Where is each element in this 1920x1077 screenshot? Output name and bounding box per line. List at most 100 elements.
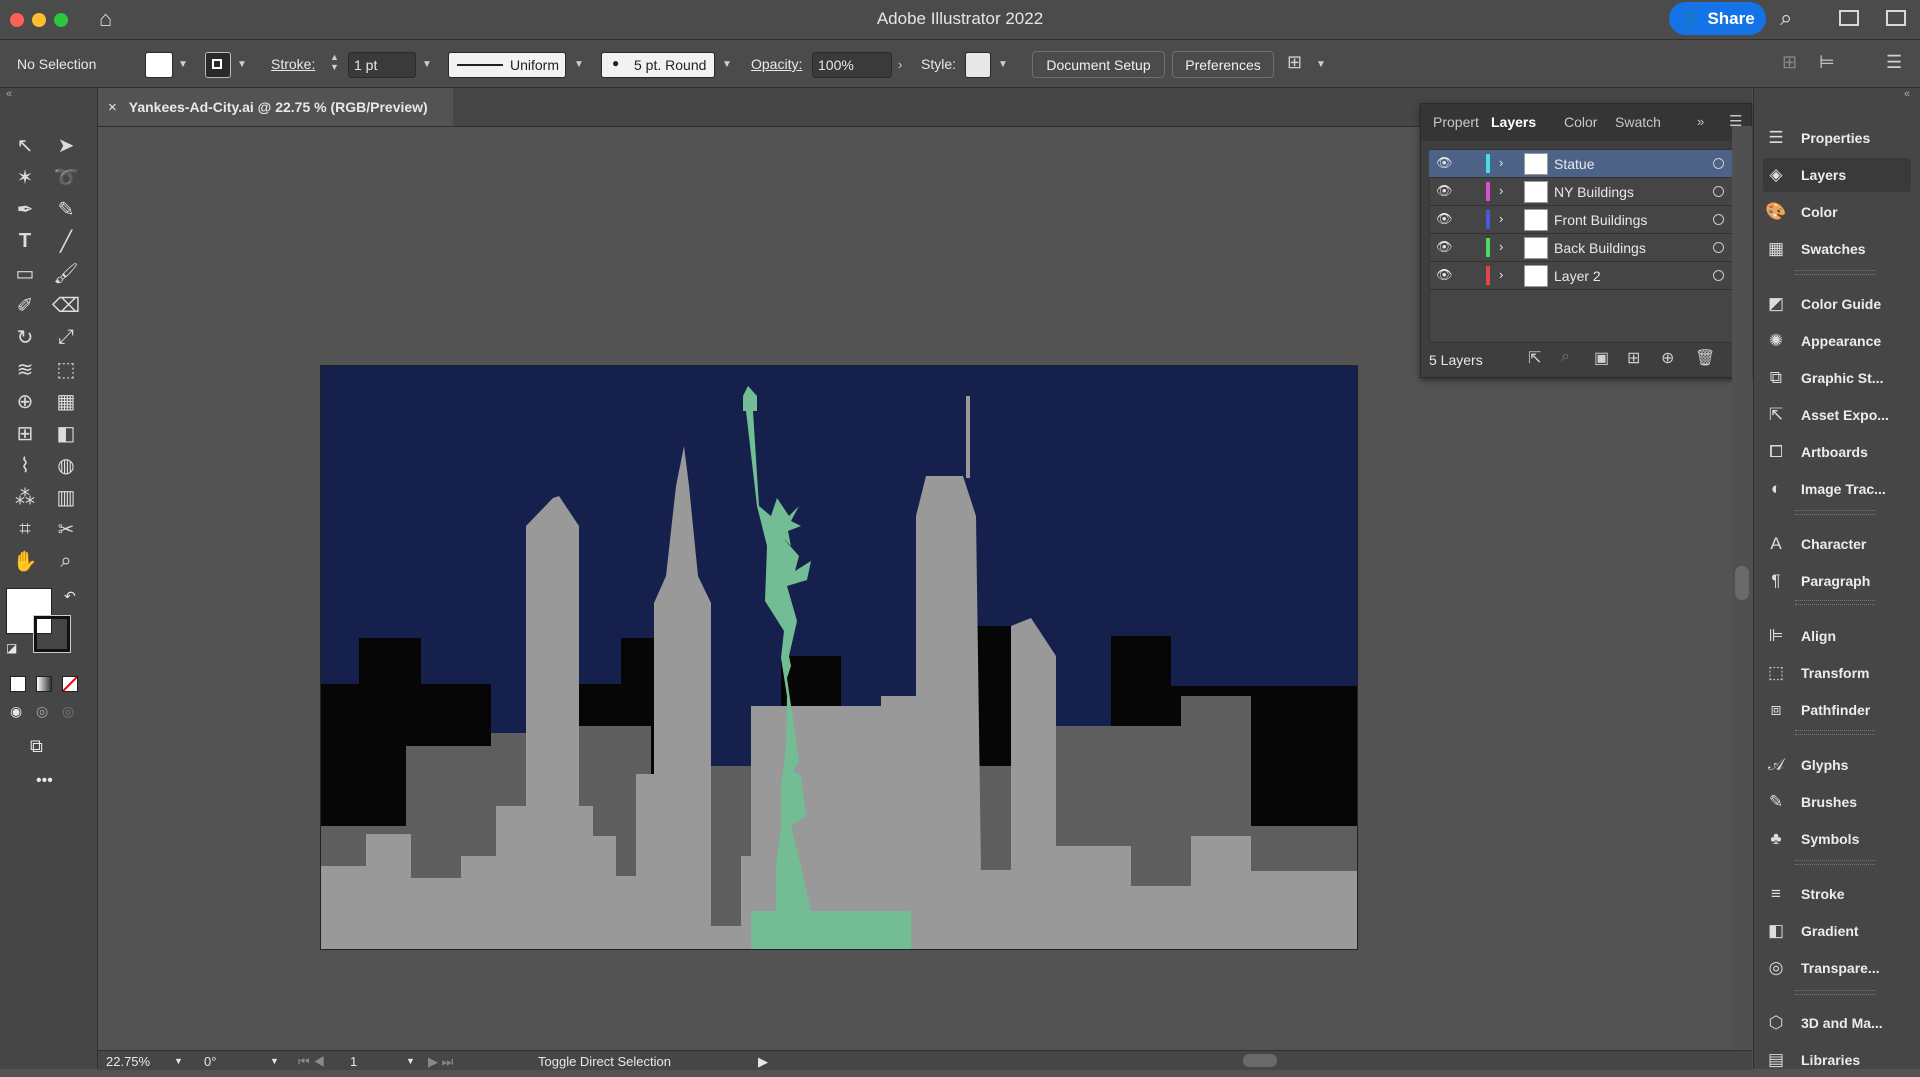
symbol-sprayer-tool-icon[interactable]: ⁂ [10, 482, 40, 512]
shaper-tool-icon[interactable]: ✐ [10, 290, 40, 320]
profile-dropdown-chevron-icon[interactable]: ▼ [574, 59, 584, 70]
layer-row[interactable]: 👁 › Layer 2 [1429, 262, 1742, 290]
scale-tool-icon[interactable]: ⤢ [51, 322, 81, 352]
rotation-dropdown-chevron-icon[interactable]: ▼ [270, 1056, 279, 1066]
opacity-input[interactable]: 100% [812, 52, 892, 78]
brush-dropdown-chevron-icon[interactable]: ▼ [722, 59, 732, 70]
dock-item-graphic-styles[interactable]: ⧉ Graphic St... [1763, 361, 1911, 395]
create-new-layer-icon[interactable]: ⊕ [1661, 348, 1674, 368]
dock-item-3d-materials[interactable]: ⬡ 3D and Ma... [1763, 1006, 1911, 1040]
expand-panel-icon[interactable]: » [1697, 114, 1704, 129]
draw-behind-icon[interactable]: ◎ [36, 703, 48, 720]
tab-layers[interactable]: Layers [1491, 114, 1536, 130]
visibility-eye-icon[interactable]: 👁 [1436, 211, 1453, 227]
align-objects-icon[interactable]: ⊞ [1287, 52, 1302, 73]
tab-properties[interactable]: Propert [1433, 114, 1479, 130]
free-transform-tool-icon[interactable]: ⬚ [51, 354, 81, 384]
visibility-eye-icon[interactable]: 👁 [1436, 267, 1453, 283]
expand-layer-chevron-icon[interactable]: › [1499, 183, 1503, 198]
fill-dropdown-chevron-icon[interactable]: ▼ [178, 59, 188, 70]
dock-item-image-trace[interactable]: ◐ Image Trac... [1763, 472, 1911, 506]
preferences-button[interactable]: Preferences [1172, 51, 1274, 78]
create-sublayer-icon[interactable]: ⊞ [1627, 348, 1640, 368]
mesh-tool-icon[interactable]: ⊞ [10, 418, 40, 448]
rectangle-tool-icon[interactable]: ▭ [10, 258, 40, 288]
collect-for-export-icon[interactable]: ⇱ [1528, 348, 1541, 368]
column-graph-tool-icon[interactable]: ▥ [51, 482, 81, 512]
layer-row[interactable]: 👁 › NY Buildings [1429, 178, 1742, 206]
type-tool-icon[interactable]: T [10, 226, 40, 256]
dock-item-transparency[interactable]: ◎ Transpare... [1763, 951, 1911, 985]
lasso-tool-icon[interactable]: ➰ [51, 162, 81, 192]
document-tab[interactable]: × Yankees-Ad-City.ai @ 22.75 % (RGB/Prev… [98, 88, 453, 126]
align-dropdown-chevron-icon[interactable]: ▼ [1316, 59, 1326, 70]
gradient-tool-icon[interactable]: ◧ [51, 418, 81, 448]
stroke-swatch-dropdown-chevron-icon[interactable]: ▼ [237, 59, 247, 70]
arrange-icon[interactable]: ⊞ [1782, 52, 1797, 73]
hand-tool-icon[interactable]: ✋ [10, 546, 40, 576]
expand-layer-chevron-icon[interactable]: › [1499, 267, 1503, 282]
visibility-eye-icon[interactable]: 👁 [1436, 155, 1453, 171]
graphic-style-swatch[interactable] [965, 52, 991, 78]
collapse-dock-icon[interactable]: « [1904, 88, 1910, 100]
variable-width-profile-select[interactable]: Uniform [448, 52, 566, 78]
distribute-icon[interactable]: ⊨ [1819, 52, 1835, 73]
expand-layer-chevron-icon[interactable]: › [1499, 155, 1503, 170]
layer-target-icon[interactable] [1713, 186, 1724, 197]
curvature-tool-icon[interactable]: ✎ [51, 194, 81, 224]
line-segment-tool-icon[interactable]: ╱ [51, 226, 81, 256]
artboard-number[interactable]: 1 [350, 1054, 357, 1069]
layer-target-icon[interactable] [1713, 242, 1724, 253]
expand-layer-chevron-icon[interactable]: › [1499, 211, 1503, 226]
dock-item-color[interactable]: 🎨 Color [1763, 195, 1911, 229]
artboard-dropdown-chevron-icon[interactable]: ▼ [406, 1056, 415, 1066]
rotate-tool-icon[interactable]: ↻ [10, 322, 40, 352]
stroke-weight-dropdown-chevron-icon[interactable]: ▼ [422, 59, 432, 70]
warp-tool-icon[interactable]: ≋ [10, 354, 40, 384]
layer-target-icon[interactable] [1713, 270, 1724, 281]
dock-item-paragraph[interactable]: ¶ Paragraph [1763, 564, 1911, 598]
layer-name[interactable]: Front Buildings [1554, 212, 1647, 228]
dock-item-color-guide[interactable]: ◩ Color Guide [1763, 287, 1911, 321]
stroke-weight-stepper-icon[interactable]: ▲ ▼ [330, 52, 339, 72]
magic-wand-tool-icon[interactable]: ✶ [10, 162, 40, 192]
dock-item-stroke[interactable]: ≡ Stroke [1763, 877, 1911, 911]
default-fill-stroke-icon[interactable]: ◪ [6, 641, 17, 655]
share-button[interactable]: 👤 Share [1669, 2, 1766, 35]
collapse-tools-icon[interactable]: « [6, 88, 12, 100]
arrange-documents-icon[interactable] [1886, 10, 1906, 26]
dock-item-libraries[interactable]: ▤ Libraries [1763, 1043, 1911, 1077]
artboard[interactable] [320, 365, 1358, 950]
stroke-color-box[interactable] [33, 615, 71, 653]
status-menu-icon[interactable]: ▶ [758, 1054, 768, 1070]
dock-item-pathfinder[interactable]: ⧈ Pathfinder [1763, 693, 1911, 727]
layer-name[interactable]: Layer 2 [1554, 268, 1601, 284]
selection-tool-icon[interactable]: ↖ [10, 130, 40, 160]
perspective-grid-tool-icon[interactable]: ▦ [51, 386, 81, 416]
make-clipping-mask-icon[interactable]: ▣ [1594, 348, 1609, 368]
layer-row[interactable]: 👁 › Front Buildings [1429, 206, 1742, 234]
eraser-tool-icon[interactable]: ⌫ [51, 290, 81, 320]
dock-item-glyphs[interactable]: 𝒜 Glyphs [1763, 748, 1911, 782]
locate-object-icon[interactable]: ⌕ [1561, 348, 1570, 366]
dock-item-properties[interactable]: ☰ Properties [1763, 121, 1911, 155]
dock-item-artboards[interactable]: ⧠ Artboards [1763, 435, 1911, 469]
horizontal-scroll-thumb[interactable] [1243, 1054, 1277, 1067]
zoom-dropdown-chevron-icon[interactable]: ▼ [174, 1056, 183, 1066]
layer-name[interactable]: NY Buildings [1554, 184, 1634, 200]
pen-tool-icon[interactable]: ✒ [10, 194, 40, 224]
layer-name[interactable]: Statue [1554, 156, 1594, 172]
visibility-eye-icon[interactable]: 👁 [1436, 239, 1453, 255]
dock-item-symbols[interactable]: ♣ Symbols [1763, 822, 1911, 856]
dock-item-gradient[interactable]: ◧ Gradient [1763, 914, 1911, 948]
eyedropper-tool-icon[interactable]: ⌇ [10, 450, 40, 480]
tab-color[interactable]: Color [1564, 114, 1597, 130]
brush-definition-select[interactable]: ● 5 pt. Round [601, 52, 715, 78]
style-dropdown-chevron-icon[interactable]: ▼ [998, 59, 1008, 70]
expand-layer-chevron-icon[interactable]: › [1499, 239, 1503, 254]
rotation-value[interactable]: 0° [204, 1054, 216, 1069]
next-artboard-icon[interactable]: ▶ ⏭ [428, 1054, 453, 1070]
artboard-tool-icon[interactable]: ⌗ [10, 514, 40, 544]
control-bar-menu-icon[interactable]: ☰ [1886, 52, 1902, 73]
layer-target-icon[interactable] [1713, 158, 1724, 169]
